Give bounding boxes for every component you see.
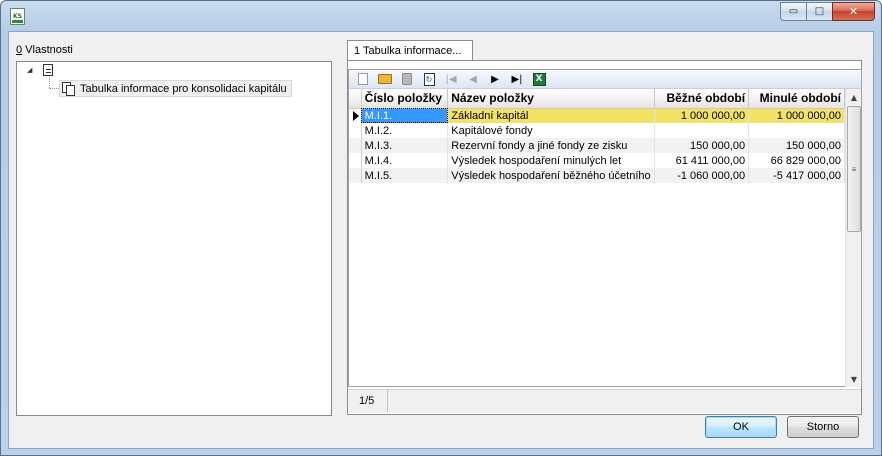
grip-icon: ≡ [851, 164, 857, 174]
refresh-icon: ↻ [423, 72, 435, 86]
new-document-icon [358, 73, 368, 85]
document-icon[interactable] [43, 64, 53, 76]
cell-code[interactable]: M.I.3. [361, 138, 449, 153]
next-record-icon: ▶ [491, 73, 499, 85]
open-button[interactable] [374, 71, 396, 88]
cell-code[interactable]: M.I.1. [361, 108, 449, 123]
tree-item-table-info[interactable]: Tabulka informace pro konsolidaci kapitá… [59, 80, 292, 97]
report-app-icon: KS [10, 8, 25, 25]
row-indicator [349, 153, 362, 168]
record-position: 1/5 [348, 390, 388, 412]
cell-code[interactable]: M.I.5. [361, 168, 449, 183]
tree-connector-vertical [49, 77, 50, 88]
cell-name[interactable]: Rezervní fondy a jiné fondy ze zisku [447, 138, 655, 153]
column-header-name[interactable]: Název položky [447, 89, 655, 109]
row-indicator-header [349, 89, 362, 109]
cancel-button[interactable]: Storno [787, 416, 859, 438]
table-row[interactable]: M.I.4. Výsledek hospodaření minulých let… [349, 153, 845, 168]
minimize-button[interactable]: ▭ [780, 2, 806, 21]
properties-tree[interactable]: ◢ Tabulka informace pro konsolidaci kapi… [16, 61, 332, 416]
cell-current-period[interactable]: 61 411 000,00 [654, 153, 750, 168]
previous-record-button[interactable]: ◀ [462, 71, 484, 88]
documents-icon [62, 81, 76, 96]
row-indicator [349, 138, 362, 153]
refresh-button[interactable]: ↻ [418, 71, 440, 88]
close-button[interactable]: ✕ [832, 2, 875, 21]
tree-connector-horizontal [49, 88, 59, 89]
scrollbar-thumb[interactable]: ≡ [847, 106, 861, 232]
current-row-arrow-icon [353, 110, 359, 121]
scroll-up-icon[interactable]: ▲ [846, 89, 862, 105]
row-indicator [349, 168, 362, 183]
column-header-current-period[interactable]: Běžné období [654, 89, 750, 109]
title-bar[interactable]: KS ▭ □ ✕ [1, 1, 881, 31]
previous-record-icon: ◀ [469, 73, 477, 85]
window-controls: ▭ □ ✕ [780, 2, 875, 21]
table-row[interactable]: M.I.1. Základní kapitál 1 000 000,00 1 0… [349, 108, 845, 123]
cell-previous-period[interactable]: -5 417 000,00 [748, 168, 845, 183]
tab-table-info[interactable]: 1 Tabulka informace... [347, 40, 473, 61]
maximize-button[interactable]: □ [806, 2, 832, 21]
cell-current-period[interactable]: -1 060 000,00 [654, 168, 750, 183]
cell-current-period[interactable]: 150 000,00 [654, 138, 750, 153]
cell-name[interactable]: Výsledek hospodaření minulých let [447, 153, 655, 168]
cell-current-period[interactable]: 1 000 000,00 [654, 108, 750, 123]
last-record-button[interactable]: ▶| [506, 71, 528, 88]
properties-label: 0 Vlastnosti [16, 44, 73, 56]
tab-content: ↻ |◀ ◀ ▶ ▶| X Číslo položky Název položk… [347, 60, 862, 415]
properties-label-text: Vlastnosti [22, 44, 73, 56]
dialog-client-area: 0 Vlastnosti ◢ Tabulka informace pro kon… [8, 31, 874, 449]
excel-export-button[interactable]: X [528, 71, 550, 88]
column-header-code[interactable]: Číslo položky [361, 89, 449, 109]
table-header-row: Číslo položky Název položky Běžné období… [349, 89, 845, 109]
next-record-button[interactable]: ▶ [484, 71, 506, 88]
table-row[interactable]: M.I.5. Výsledek hospodaření běžného účet… [349, 168, 845, 183]
ok-button[interactable]: OK [705, 416, 777, 438]
row-indicator [349, 123, 362, 138]
scroll-down-icon[interactable]: ▼ [846, 371, 862, 387]
items-table: Číslo položky Název položky Běžné období… [349, 89, 845, 183]
cell-previous-period[interactable]: 66 829 000,00 [748, 153, 845, 168]
row-indicator [349, 108, 362, 123]
tree-collapse-icon[interactable]: ◢ [27, 67, 33, 74]
cell-code[interactable]: M.I.4. [361, 153, 449, 168]
tree-item-label: Tabulka informace pro konsolidaci kapitá… [80, 82, 287, 95]
table-viewport: Číslo položky Název položky Běžné období… [349, 89, 845, 387]
table-row[interactable]: M.I.3. Rezervní fondy a jiné fondy ze zi… [349, 138, 845, 153]
grid-status-bar: 1/5 [348, 389, 861, 413]
cell-previous-period[interactable]: 150 000,00 [748, 138, 845, 153]
data-grid: ↻ |◀ ◀ ▶ ▶| X Číslo položky Název položk… [348, 69, 862, 387]
cell-name[interactable]: Výsledek hospodaření běžného účetního [447, 168, 655, 183]
cell-current-period[interactable] [654, 123, 750, 138]
grid-toolbar: ↻ |◀ ◀ ▶ ▶| X [349, 70, 861, 89]
delete-button[interactable] [396, 71, 418, 88]
last-record-icon: ▶| [511, 73, 523, 85]
table-row[interactable]: M.I.2. Kapitálové fondy [349, 123, 845, 138]
delete-icon [402, 73, 412, 85]
cell-previous-period[interactable] [748, 123, 845, 138]
dialog-window: KS ▭ □ ✕ 0 Vlastnosti ◢ Tabulka informac… [0, 0, 882, 456]
cell-name[interactable]: Kapitálové fondy [447, 123, 655, 138]
new-document-button[interactable] [352, 71, 374, 88]
cell-previous-period[interactable]: 1 000 000,00 [748, 108, 845, 123]
excel-export-icon: X [532, 72, 546, 86]
column-header-previous-period[interactable]: Minulé období [748, 89, 845, 109]
open-folder-icon [378, 74, 392, 84]
vertical-scrollbar[interactable]: ▲ ≡ ▼ [845, 89, 861, 387]
first-record-icon: |◀ [445, 73, 457, 85]
cell-code[interactable]: M.I.2. [361, 123, 449, 138]
first-record-button[interactable]: |◀ [440, 71, 462, 88]
cell-name[interactable]: Základní kapitál [447, 108, 655, 123]
